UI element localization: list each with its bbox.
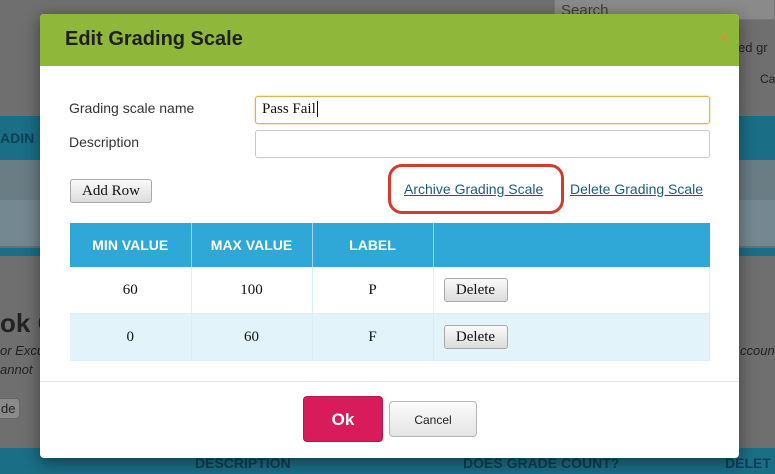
background-text-fragment: or Excu — [0, 343, 45, 358]
min-value-cell: 0 — [70, 313, 192, 361]
description-input[interactable] — [255, 130, 710, 158]
background-text-fragment: annot — [0, 362, 33, 377]
dialog-title: Edit Grading Scale — [65, 28, 243, 50]
background-text-fragment: Ca — [760, 72, 775, 86]
column-header-min-value: MIN VALUE — [70, 223, 192, 267]
table-header-row: MIN VALUE MAX VALUE LABEL — [70, 223, 710, 267]
grading-scale-name-value: Pass Fail — [262, 101, 316, 117]
max-value-cell: 100 — [191, 267, 313, 314]
grading-scale-name-label: Grading scale name — [69, 100, 195, 116]
edit-grading-scale-dialog: Edit Grading Scale × Grading scale name … — [40, 14, 739, 458]
column-header-max-value: MAX VALUE — [191, 223, 313, 267]
cancel-button[interactable]: Cancel — [389, 401, 477, 437]
min-value-cell: 60 — [70, 267, 192, 314]
dialog-footer-divider — [40, 381, 739, 382]
max-value-cell: 60 — [191, 313, 313, 361]
close-icon[interactable]: × — [720, 30, 729, 48]
actions-cell: Delete — [433, 267, 710, 314]
ok-button[interactable]: Ok — [303, 396, 383, 442]
table-row: 0 60 F Delete — [70, 313, 710, 361]
column-header-actions — [433, 223, 710, 267]
background-text-fragment: ccount — [740, 343, 775, 358]
background-text-fragment: ed gr — [738, 40, 768, 55]
text-cursor — [316, 101, 318, 117]
background-button-fragment: de — [0, 398, 21, 419]
background-band-text: ADIN — [0, 130, 35, 146]
add-row-button[interactable]: Add Row — [70, 179, 152, 203]
label-cell: P — [312, 267, 434, 314]
label-cell: F — [312, 313, 434, 361]
dialog-header: Edit Grading Scale × — [40, 14, 739, 66]
table-row: 60 100 P Delete — [70, 267, 710, 314]
grading-scale-name-input[interactable]: Pass Fail — [255, 96, 710, 124]
description-label: Description — [69, 134, 140, 150]
delete-grading-scale-link[interactable]: Delete Grading Scale — [570, 181, 703, 197]
column-header-label: LABEL — [312, 223, 434, 267]
archive-grading-scale-link[interactable]: Archive Grading Scale — [404, 181, 543, 197]
grading-scale-table: MIN VALUE MAX VALUE LABEL 60 100 P Delet… — [70, 223, 710, 361]
delete-row-button[interactable]: Delete — [443, 325, 508, 349]
actions-cell: Delete — [433, 313, 710, 361]
delete-row-button[interactable]: Delete — [443, 278, 508, 302]
